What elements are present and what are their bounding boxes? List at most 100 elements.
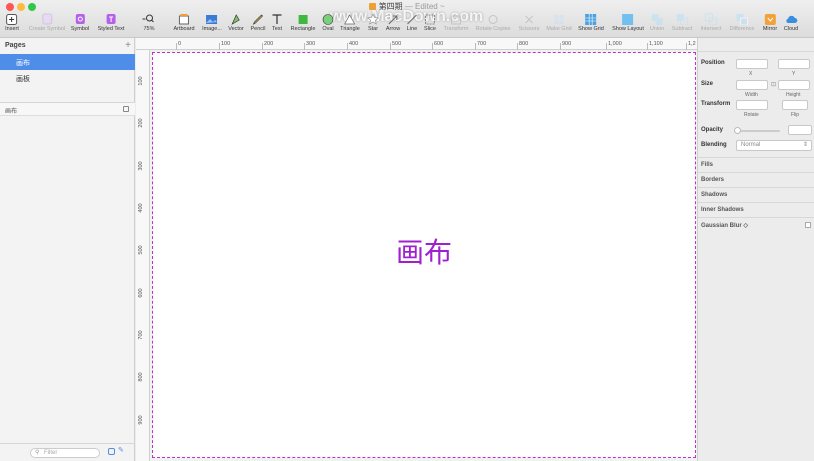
inspector-section[interactable]: Shadows — [698, 187, 814, 202]
artboard-text[interactable]: 画布 — [153, 231, 695, 271]
toolbar-button-artboard[interactable]: Artboard — [173, 13, 195, 37]
toolbar-button-triangle[interactable]: Triangle — [340, 13, 360, 37]
toolbar-button-vector[interactable]: Vector — [228, 13, 244, 37]
mirror-icon — [763, 13, 776, 25]
toolbar-button-cloud[interactable]: Cloud — [784, 13, 798, 37]
toolbar-label: Show Grid — [578, 26, 604, 32]
toolbar-button-rotate-copies[interactable]: Rotate Copies — [475, 13, 511, 37]
filter-field[interactable]: ⚲ Filter — [30, 448, 100, 458]
y-input[interactable] — [778, 59, 810, 69]
ruler-label: 500 — [138, 245, 144, 255]
opacity-input[interactable] — [788, 125, 812, 135]
ruler-label: 1,000 — [608, 41, 622, 47]
lock-ratio-icon[interactable]: ⊡ — [771, 81, 776, 88]
ruler-label: 300 — [306, 41, 316, 47]
pages-list: 画布 画板 — [0, 54, 135, 86]
toolbar-button-image[interactable]: Image... — [202, 13, 222, 37]
star-icon — [367, 13, 380, 25]
ruler-label: 100 — [221, 41, 231, 47]
toolbar-button-make-grid[interactable]: Make Grid — [546, 13, 572, 37]
toolbar-button-arrow[interactable]: Arrow — [386, 13, 400, 37]
scissors-icon — [523, 13, 536, 25]
flip-buttons[interactable] — [782, 100, 808, 110]
transform-icon — [449, 13, 462, 25]
toolbar-button-zoom[interactable]: 75% — [142, 13, 156, 37]
height-input[interactable] — [778, 80, 810, 90]
toolbar-button-symbol[interactable]: Symbol — [71, 13, 89, 37]
toolbar-label: Artboard — [173, 26, 195, 32]
toolbar-button-text[interactable]: Text — [271, 13, 284, 37]
toolbar-button-rectangle[interactable]: Rectangle — [291, 13, 315, 37]
inspector-section[interactable]: Inner Shadows — [698, 202, 814, 217]
toolbar-button-transform[interactable]: Transform — [444, 13, 468, 37]
inspector-section-title: Gaussian Blur ◇ — [701, 223, 748, 229]
toolbar-button-oval[interactable]: Oval — [322, 13, 335, 37]
toolbar-label: Mirror — [762, 26, 778, 32]
blending-select[interactable]: Normal ⇕ — [736, 140, 812, 151]
ruler-label: 1,100 — [649, 41, 663, 47]
toolbar-button-pencil[interactable]: Pencil — [251, 13, 265, 37]
pages-title: Pages — [5, 42, 26, 49]
transform-label: Transform — [701, 101, 731, 107]
toolbar-button-difference[interactable]: Difference — [730, 13, 754, 37]
toolbar-button-plus[interactable]: Insert — [5, 13, 19, 37]
artboard-layer-icon[interactable] — [123, 106, 129, 112]
add-page-icon[interactable]: + — [125, 40, 131, 51]
opacity-slider[interactable] — [734, 127, 780, 134]
plus-icon — [5, 13, 18, 25]
toolbar-button-union[interactable]: Union — [650, 13, 664, 37]
slice-icon — [424, 13, 437, 25]
ruler-tick — [347, 43, 348, 50]
align-toolbar — [698, 38, 814, 52]
oval-icon — [322, 13, 335, 25]
toolbar-button-star[interactable]: Star — [367, 13, 380, 37]
inspector-section[interactable]: Fills — [698, 157, 814, 172]
size-label: Size — [701, 81, 714, 87]
vertical-ruler: 100 200 300 400 500 600 700 800 900 — [136, 50, 150, 461]
artboard[interactable]: 画布 — [152, 52, 696, 458]
inspector-section[interactable]: Borders — [698, 172, 814, 187]
ruler-label: 100 — [138, 76, 144, 86]
toolbar-button-subtract[interactable]: Subtract — [672, 13, 692, 37]
toolbar-button-styled-text[interactable]: Styled Text — [98, 13, 124, 37]
x-input[interactable] — [736, 59, 768, 69]
toolbar-button-create-symbol[interactable]: Create Symbol — [29, 13, 65, 37]
edit-icon[interactable]: ✎ — [118, 446, 124, 454]
ruler-label: 900 — [562, 41, 572, 47]
layer-row[interactable]: 画布 — [0, 103, 135, 116]
zoom-icon — [142, 13, 156, 25]
gaussian-blur-checkbox[interactable] — [805, 222, 811, 228]
page-item[interactable]: 画布 — [0, 54, 135, 70]
subtract-icon — [675, 13, 688, 25]
layer-options-icon[interactable] — [108, 448, 115, 455]
ruler-label: 200 — [264, 41, 274, 47]
artboard-icon — [177, 13, 190, 25]
opacity-label: Opacity — [701, 127, 724, 133]
horizontal-ruler: 0 100 200 300 400 500 600 700 800 900 1,000 1,100 1,… — [136, 38, 697, 50]
flip-caption: Flip — [791, 112, 800, 118]
x-caption: X — [749, 71, 753, 77]
rotate-input[interactable] — [736, 100, 768, 110]
page-item[interactable]: 画板 — [0, 70, 135, 86]
toolbar-button-scissors[interactable]: Scissors — [519, 13, 539, 37]
width-input[interactable] — [736, 80, 768, 90]
ruler-tick — [606, 43, 607, 50]
toolbar-button-show-layout[interactable]: Show Layout — [612, 13, 644, 37]
ruler-tick — [176, 43, 177, 50]
toolbar-button-line[interactable]: Line — [406, 13, 419, 37]
toolbar-button-intersect[interactable]: Intersect — [700, 13, 722, 37]
opacity-slider-knob[interactable] — [734, 127, 741, 134]
rotate-caption: Rotate — [744, 112, 759, 118]
toolbar-label: Subtract — [671, 26, 693, 32]
title-bar: 第四期 — Edited ~ www.MacDown.com Insert Cre… — [0, 0, 814, 38]
canvas[interactable]: 画布 — [150, 50, 697, 461]
toolbar-button-mirror[interactable]: Mirror — [763, 13, 777, 37]
toolbar-label: Rotate Copies — [475, 26, 511, 32]
ruler-label: 900 — [138, 415, 144, 425]
filter-placeholder: Filter — [44, 450, 58, 456]
inspector-section[interactable]: Gaussian Blur ◇ — [698, 217, 814, 232]
rotate-copies-icon — [486, 13, 499, 25]
toolbar-label: Star — [367, 26, 379, 32]
toolbar-button-slice[interactable]: Slice — [424, 13, 437, 37]
toolbar-button-show-grid[interactable]: Show Grid — [578, 13, 604, 37]
